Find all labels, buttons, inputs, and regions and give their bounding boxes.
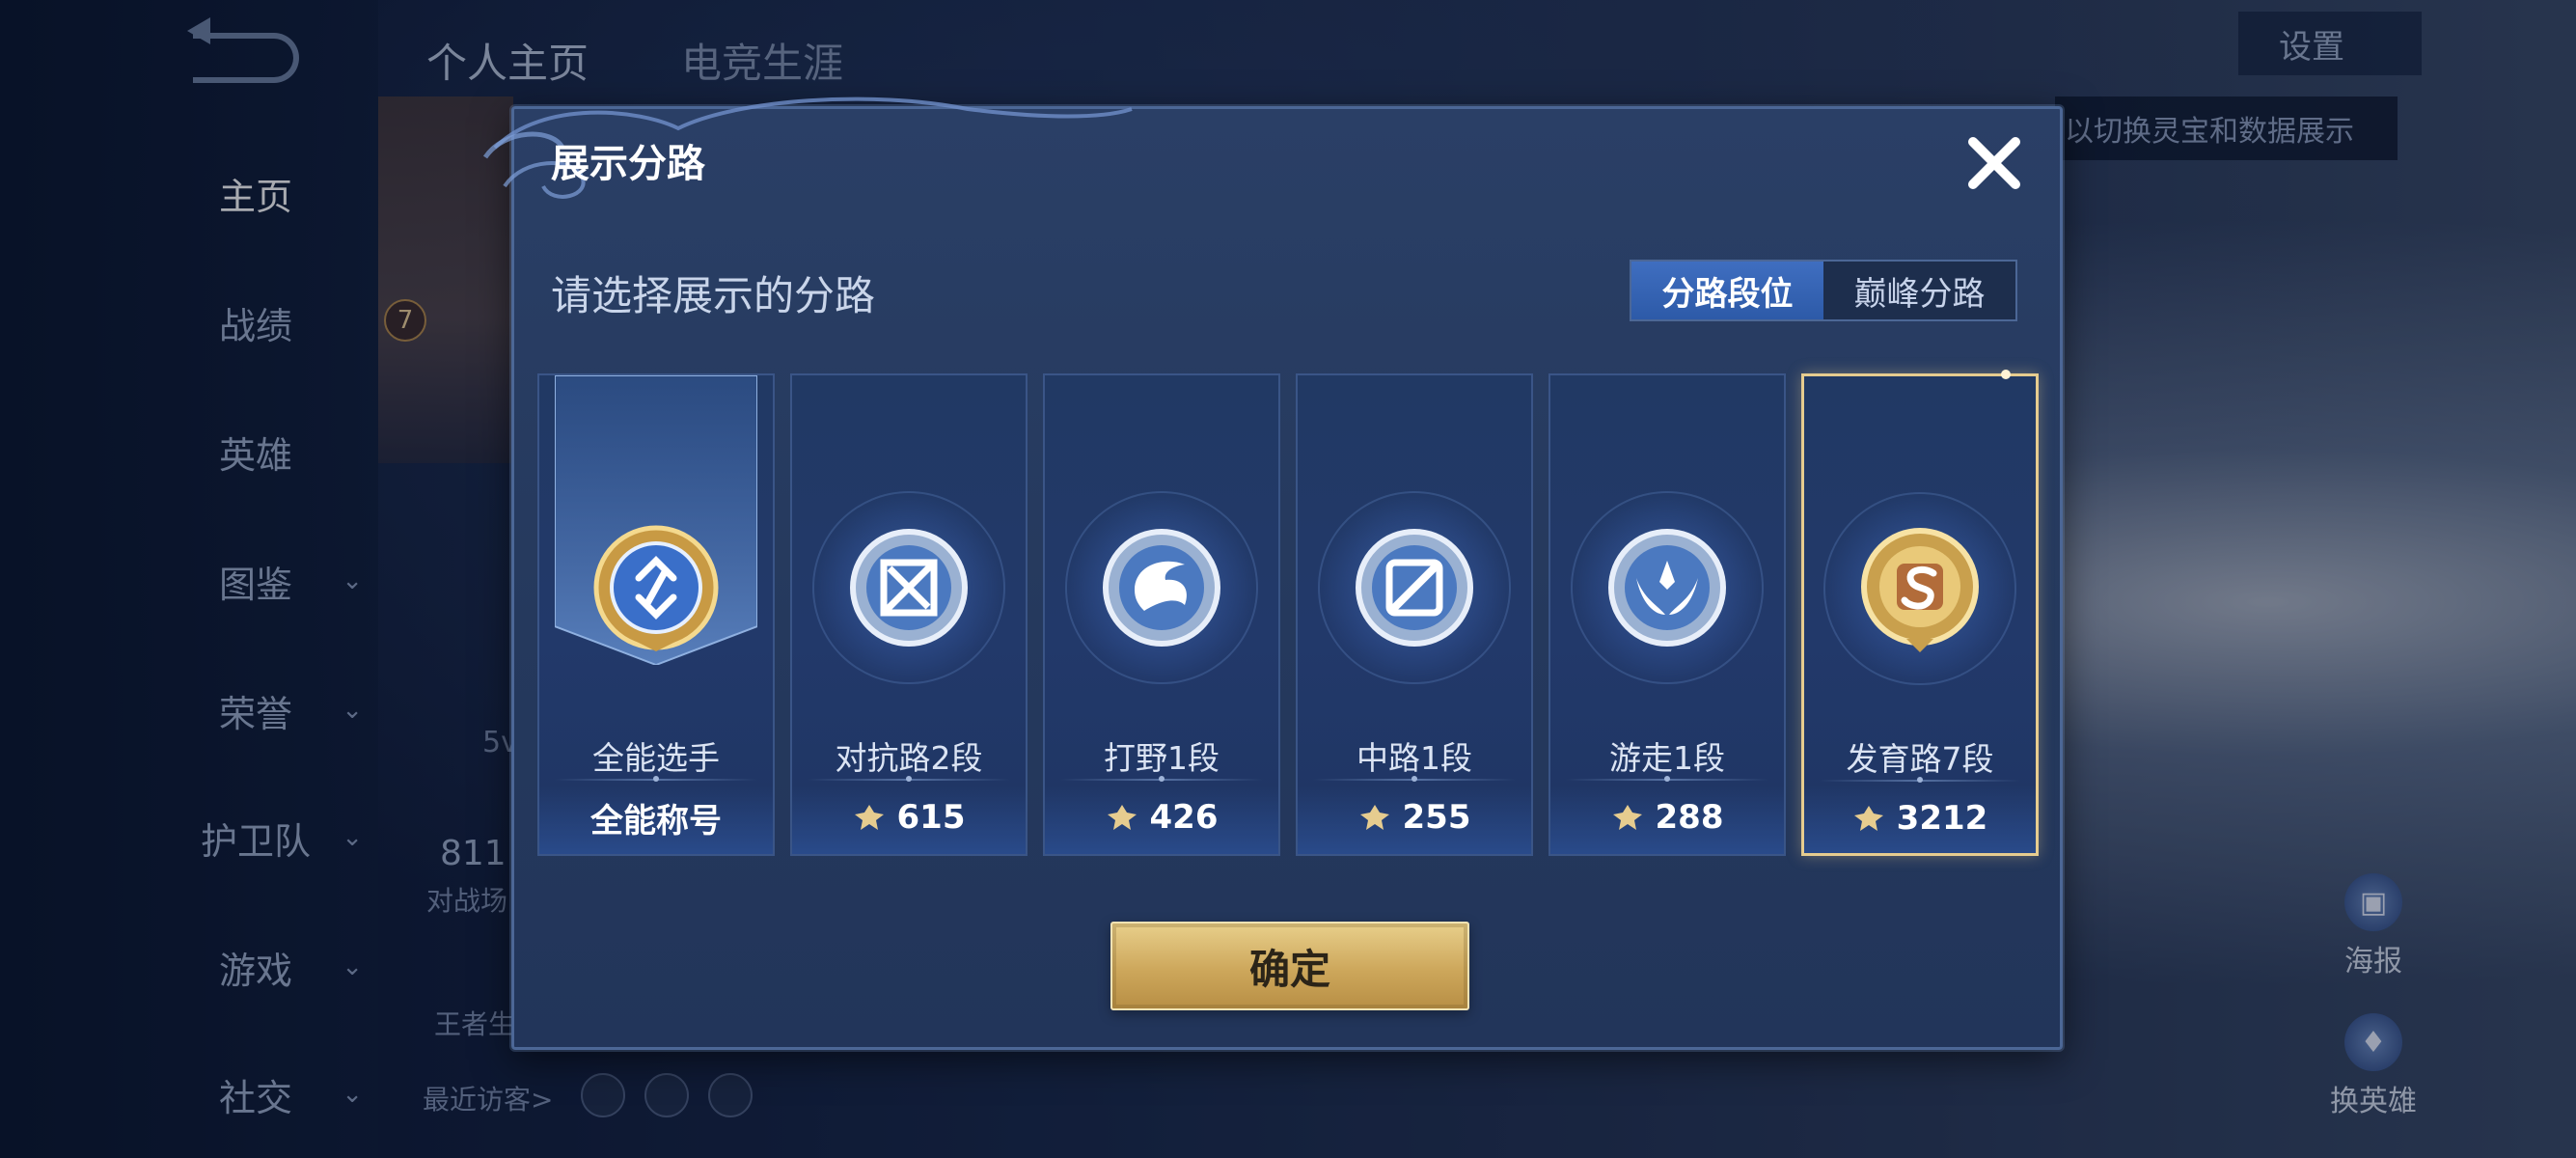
lane-points: 288 [1550,796,1784,839]
points-icon [1107,805,1137,830]
lane-name: 中路1段 [1357,739,1472,777]
lane-title-value: 全能称号 [539,796,773,841]
lane-value-text: 615 [896,798,966,837]
lane-points: 615 [792,796,1026,839]
lane-value-text: 288 [1655,798,1724,837]
lane-card-roam[interactable]: 游走1段 288 [1548,373,1786,856]
card-divider [808,776,1010,782]
lane-name: 游走1段 [1609,739,1725,777]
lane-value-text: 255 [1402,798,1471,837]
mid-lane-emblem-icon [1356,529,1473,647]
lane-value-text: 全能称号 [590,801,722,841]
all-round-emblem-icon [593,525,719,651]
farm-lane-emblem-icon [1861,528,1979,652]
lane-points: 255 [1298,796,1531,839]
lane-card-all-round[interactable]: 全能选手 全能称号 [537,373,775,856]
card-divider [1566,776,1768,782]
confirm-button[interactable]: 确定 [1110,922,1469,1010]
card-divider [1060,776,1263,782]
lane-name: 发育路7段 [1846,740,1994,778]
points-icon [854,805,884,830]
points-icon [1853,806,1883,831]
card-divider [1820,777,2020,783]
lane-value-text: 426 [1149,798,1219,837]
lane-name: 打野1段 [1104,739,1219,777]
lane-card-clash[interactable]: 对抗路2段 615 [790,373,1028,856]
lane-value-text: 3212 [1896,799,1988,838]
roam-emblem-icon [1608,529,1726,647]
clash-lane-emblem-icon [850,529,968,647]
lane-name: 全能选手 [592,739,720,777]
close-button[interactable] [1956,124,2033,202]
card-divider [1313,776,1516,782]
toggle-lane-rank[interactable]: 分路段位 [1631,262,1823,319]
close-icon [1968,137,2020,189]
lane-display-dialog: 展示分路 请选择展示的分路 分路段位 巅峰分路 全能选手 全能称号 对抗路2段 … [482,96,2063,1050]
lane-points: 3212 [1804,797,2036,840]
points-icon [1612,805,1642,830]
lane-card-list: 全能选手 全能称号 对抗路2段 615 打野1段 426 中路1段 255 游走… [537,370,2042,856]
points-icon [1359,805,1389,830]
toggle-peak-lane[interactable]: 巅峰分路 [1823,262,2015,319]
dialog-subtitle: 请选择展示的分路 [551,272,876,319]
lane-card-jungle[interactable]: 打野1段 426 [1043,373,1280,856]
dialog-title: 展示分路 [551,142,705,186]
card-divider [555,776,757,782]
lane-points: 426 [1045,796,1278,839]
lane-type-toggle: 分路段位 巅峰分路 [1630,260,2017,321]
lane-card-farm[interactable]: 发育路7段 3212 [1801,370,2039,856]
confirm-label: 确定 [1248,945,1330,993]
lane-card-mid[interactable]: 中路1段 255 [1296,373,1533,856]
lane-name: 对抗路2段 [835,739,983,777]
jungle-emblem-icon [1103,529,1220,647]
